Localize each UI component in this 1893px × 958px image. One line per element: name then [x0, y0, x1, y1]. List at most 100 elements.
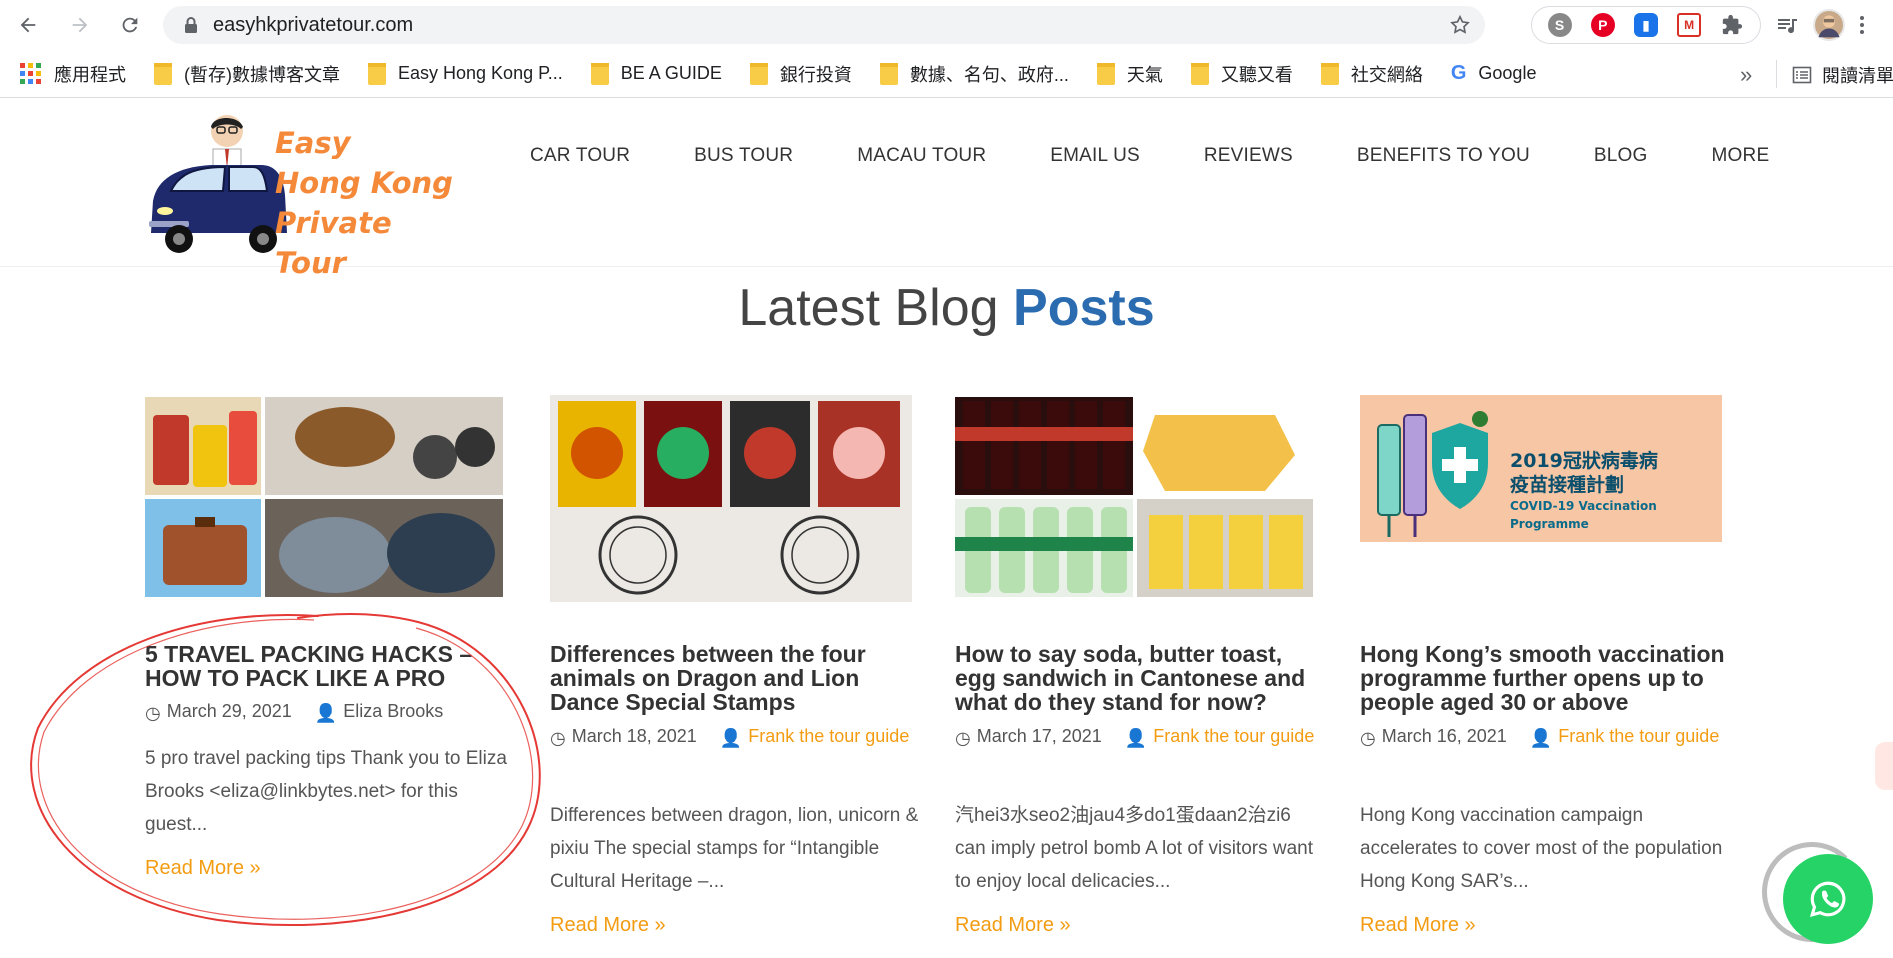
bookmark-extension-icon[interactable]: ▮: [1633, 13, 1658, 37]
post-date: March 18, 2021: [571, 726, 697, 746]
post-title[interactable]: 5 TRAVEL PACKING HACKS – HOW TO PACK LIK…: [145, 642, 515, 690]
browser-menu-icon[interactable]: [1859, 13, 1865, 37]
bookmark-folder[interactable]: 社交網絡: [1320, 61, 1423, 87]
main-navigation: CAR TOUR BUS TOUR MACAU TOUR EMAIL US RE…: [530, 145, 1769, 167]
blog-post-card: Differences between the four animals on …: [550, 395, 920, 936]
post-thumbnail-vaccine[interactable]: 2019冠狀病毒病 疫苗接種計劃 COVID-19 Vaccination Pr…: [1360, 395, 1722, 542]
post-date: March 29, 2021: [166, 701, 292, 721]
post-author[interactable]: Frank the tour guide: [1558, 726, 1719, 746]
vaccine-banner-line: 2019冠狀病毒病: [1510, 450, 1658, 472]
forward-arrow-icon: [72, 17, 88, 33]
minivan-logo-icon: [149, 115, 287, 253]
clock-icon: ◷: [955, 728, 971, 748]
bookmarks-overflow-button[interactable]: »: [1740, 62, 1752, 88]
address-bar[interactable]: easyhkprivatetour.com: [163, 6, 1485, 44]
post-meta: ◷ March 16, 2021 👤 Frank the tour guide: [1360, 720, 1730, 754]
folder-icon: [749, 62, 768, 85]
vaccine-banner-line: COVID-19 Vaccination Programme: [1510, 499, 1657, 531]
post-meta: ◷ March 18, 2021 👤 Frank the tour guide: [550, 720, 920, 754]
read-more-link[interactable]: Read More »: [1360, 914, 1476, 937]
logo-text: Easy Hong Kong Private Tour: [275, 126, 453, 280]
vaccine-illustration-icon: [1377, 411, 1488, 537]
media-control-icon[interactable]: [1775, 13, 1799, 37]
folder-icon: [879, 62, 898, 85]
browser-toolbar: easyhkprivatetour.com S P ▮ M: [0, 0, 1893, 50]
folder-icon: [154, 62, 172, 85]
post-excerpt: 汽hei3水seo2油jau4多do1蛋daan2治zi6 can imply …: [955, 805, 1313, 892]
forward-button[interactable]: [60, 5, 100, 45]
nav-benefits[interactable]: BENEFITS TO YOU: [1357, 145, 1530, 167]
nav-blog[interactable]: BLOG: [1594, 145, 1648, 167]
read-more-link[interactable]: Read More »: [955, 914, 1071, 937]
bookmark-star-icon[interactable]: [1449, 14, 1471, 36]
extensions-puzzle-icon[interactable]: [1720, 13, 1744, 37]
post-excerpt: Hong Kong vaccination campaign accelerat…: [1360, 805, 1723, 892]
bookmark-folder[interactable]: 又聽又看: [1190, 61, 1293, 87]
bookmark-folder[interactable]: Easy Hong Kong P...: [368, 62, 563, 85]
pinterest-extension-icon[interactable]: P: [1590, 13, 1615, 37]
post-title[interactable]: Differences between the four animals on …: [550, 642, 920, 714]
folder-icon: [590, 62, 609, 85]
bookmark-folder[interactable]: 天氣: [1096, 61, 1163, 87]
back-button[interactable]: [8, 5, 48, 45]
post-date: March 16, 2021: [1381, 726, 1507, 746]
bookmark-folder[interactable]: 數據、名句、政府...: [879, 61, 1069, 87]
bookmark-folder[interactable]: (暫存)數據博客文章: [154, 61, 340, 87]
whatsapp-chat-button[interactable]: [1783, 854, 1873, 944]
clock-icon: ◷: [1360, 728, 1376, 748]
blog-post-card: 2019冠狀病毒病 疫苗接種計劃 COVID-19 Vaccination Pr…: [1360, 395, 1730, 936]
bookmark-google[interactable]: G Google: [1451, 62, 1537, 85]
reading-list-icon: [1792, 66, 1812, 84]
post-author[interactable]: Frank the tour guide: [1153, 726, 1314, 746]
clock-icon: ◷: [145, 703, 161, 723]
side-feedback-tab[interactable]: [1875, 742, 1893, 790]
nav-more[interactable]: MORE: [1712, 145, 1770, 167]
gmail-extension-icon[interactable]: M: [1677, 13, 1702, 37]
nav-car-tour[interactable]: CAR TOUR: [530, 145, 630, 167]
nav-email-us[interactable]: EMAIL US: [1050, 145, 1140, 167]
apps-grid-icon: [20, 62, 42, 85]
section-title: Latest Blog Posts: [738, 279, 1155, 337]
reload-icon: [122, 17, 138, 33]
site-header: Easy Hong Kong Private Tour CAR TOUR BUS…: [0, 99, 1893, 280]
bookmark-apps[interactable]: 應用程式: [20, 61, 126, 87]
post-date: March 17, 2021: [976, 726, 1102, 746]
post-author[interactable]: Eliza Brooks: [343, 701, 443, 721]
site-logo[interactable]: Easy Hong Kong Private Tour: [145, 109, 465, 280]
post-thumbnail-food[interactable]: [955, 397, 1313, 597]
lock-icon: [185, 17, 197, 33]
post-title[interactable]: How to say soda, butter toast, egg sandw…: [955, 642, 1325, 714]
user-icon: 👤: [1529, 728, 1553, 748]
google-icon: G: [1450, 62, 1467, 84]
post-author[interactable]: Frank the tour guide: [748, 726, 909, 746]
nav-bus-tour[interactable]: BUS TOUR: [694, 145, 793, 167]
read-more-link[interactable]: Read More »: [550, 914, 666, 937]
vaccine-banner-line: 疫苗接種計劃: [1510, 474, 1625, 496]
folder-icon: [1096, 62, 1115, 85]
bookmark-folder[interactable]: 銀行投資: [749, 61, 852, 87]
skype-extension-icon[interactable]: S: [1547, 13, 1572, 37]
bookmark-folder[interactable]: BE A GUIDE: [590, 62, 722, 85]
reload-button[interactable]: [110, 5, 150, 45]
blog-post-card: 5 TRAVEL PACKING HACKS – HOW TO PACK LIK…: [145, 395, 515, 879]
post-meta: ◷ March 17, 2021 👤 Frank the tour guide: [955, 720, 1325, 754]
user-icon: 👤: [719, 728, 743, 748]
post-thumbnail-stamps[interactable]: [550, 395, 912, 602]
url-text: easyhkprivatetour.com: [213, 13, 414, 36]
nav-reviews[interactable]: REVIEWS: [1204, 145, 1293, 167]
post-excerpt: 5 pro travel packing tips Thank you to E…: [145, 748, 507, 835]
bookmarks-bar: 應用程式 (暫存)數據博客文章 Easy Hong Kong P... BE A…: [0, 50, 1893, 98]
divider: [1776, 60, 1777, 88]
reading-list-button[interactable]: 閱讀清單: [1792, 62, 1893, 88]
user-icon: 👤: [1124, 728, 1148, 748]
blog-post-card: How to say soda, butter toast, egg sandw…: [955, 395, 1325, 936]
read-more-link[interactable]: Read More »: [145, 857, 261, 880]
post-thumbnail-luggage[interactable]: [145, 397, 503, 597]
nav-macau-tour[interactable]: MACAU TOUR: [857, 145, 986, 167]
post-title[interactable]: Hong Kong’s smooth vaccination programme…: [1360, 642, 1730, 714]
folder-icon: [1320, 62, 1339, 85]
folder-icon: [1190, 62, 1209, 85]
user-icon: 👤: [314, 703, 338, 723]
clock-icon: ◷: [550, 728, 566, 748]
profile-avatar[interactable]: [1813, 9, 1845, 41]
